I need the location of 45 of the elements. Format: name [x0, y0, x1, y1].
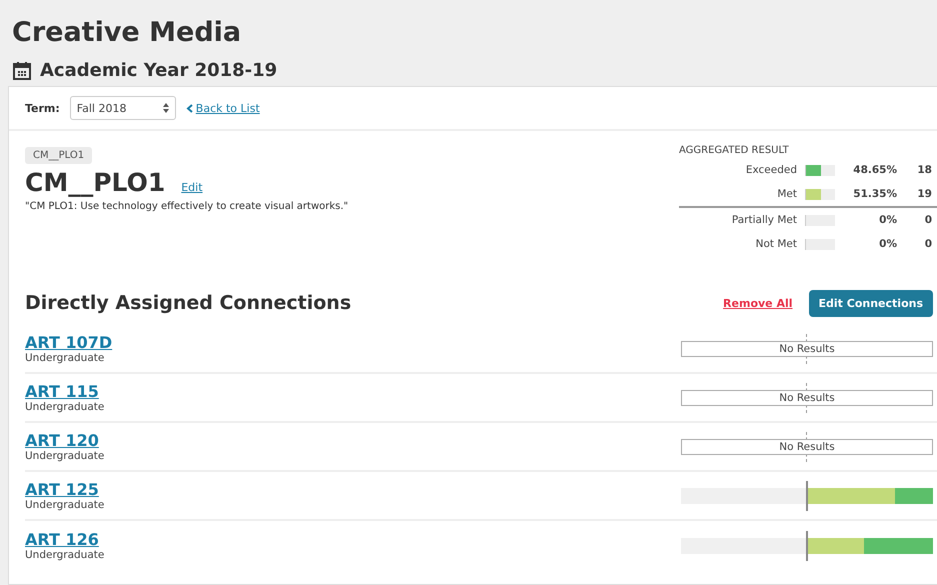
no-results-box: No Results: [681, 390, 933, 406]
remove-all-link[interactable]: Remove All: [723, 296, 793, 310]
result-count: 19: [916, 188, 932, 200]
result-meter: [805, 164, 835, 176]
page-title: Creative Media: [12, 16, 242, 50]
aggregated-heading: AGGREGATED RESULT: [679, 145, 790, 156]
result-count: 0: [924, 214, 932, 226]
course-level: Undergraduate: [25, 450, 104, 462]
edit-link[interactable]: Edit: [181, 181, 203, 194]
result-meter: [805, 214, 835, 226]
connections-heading: Directly Assigned Connections: [25, 292, 352, 314]
result-label: Not Met: [754, 238, 798, 250]
outcome-tag: CM__PLO1: [25, 147, 92, 164]
outcome-title: CM__PLO1: [25, 168, 166, 197]
result-percent: 51.35%: [852, 188, 897, 200]
outcome-description: "CM PLO1: Use technology effectively to create visual artworks.": [25, 201, 348, 212]
academic-year: Academic Year 2018-19: [40, 60, 278, 81]
term-label: Term:: [25, 102, 60, 114]
result-percent: 48.65%: [852, 164, 897, 176]
course-level: Undergraduate: [25, 499, 104, 511]
calendar-icon: [12, 60, 32, 80]
course-link[interactable]: ART 120: [25, 431, 104, 450]
result-percent: 0%: [878, 214, 897, 226]
course-link[interactable]: ART 126: [25, 530, 104, 549]
edit-connections-button[interactable]: Edit Connections: [808, 290, 933, 316]
course-link[interactable]: ART 125: [25, 480, 104, 499]
result-count: 18: [916, 164, 932, 176]
course-level: Undergraduate: [25, 352, 106, 364]
term-select[interactable]: Fall 2018: [70, 96, 176, 120]
course-level: Undergraduate: [25, 549, 104, 561]
result-label: Exceeded: [744, 164, 798, 176]
no-results-box: No Results: [681, 438, 933, 454]
result-label: Met: [776, 188, 798, 200]
course-level: Undergraduate: [25, 401, 104, 413]
back-link[interactable]: Back to List: [186, 102, 260, 114]
no-results-box: No Results: [681, 340, 933, 356]
course-link[interactable]: ART 115: [25, 382, 104, 401]
chevron-left-icon: [186, 104, 193, 112]
result-count: 0: [924, 238, 932, 250]
result-meter: [805, 188, 835, 200]
course-link[interactable]: ART 107D: [25, 333, 112, 352]
result-meter: [805, 238, 835, 250]
result-percent: 0%: [878, 238, 897, 250]
result-label: Partially Met: [730, 214, 798, 226]
sort-caret-icon: [162, 103, 169, 113]
